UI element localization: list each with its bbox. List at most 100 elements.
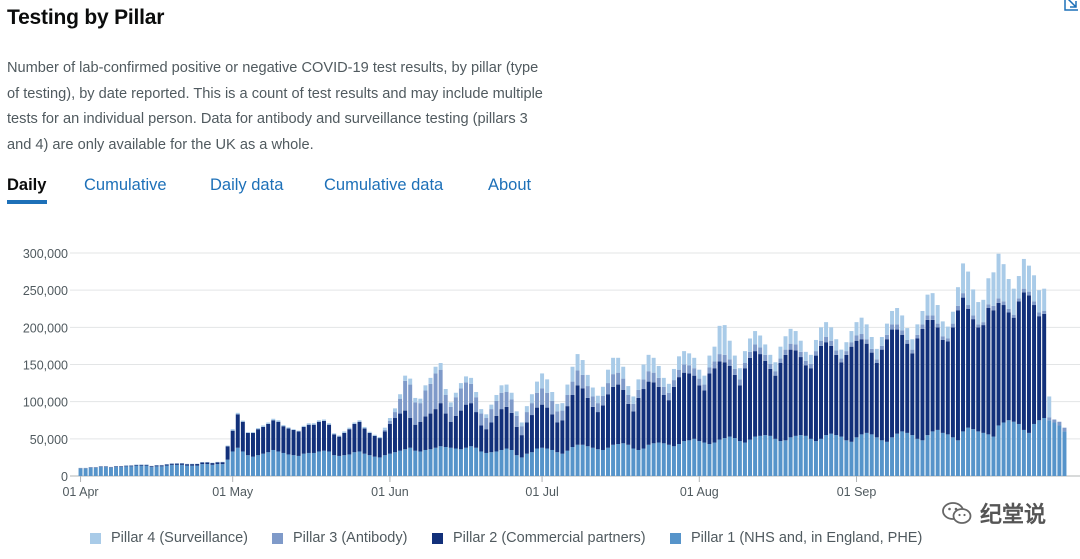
bar-segment-pillar1[interactable]: [742, 442, 747, 476]
bar-segment-pillar2[interactable]: [322, 420, 326, 451]
bar-segment-pillar3[interactable]: [849, 342, 854, 347]
bar-segment-pillar3[interactable]: [935, 323, 940, 328]
bar-segment-pillar2[interactable]: [433, 409, 438, 448]
bar-segment-pillar4[interactable]: [839, 349, 844, 359]
bar-segment-pillar1[interactable]: [565, 450, 570, 476]
bar-segment-pillar1[interactable]: [245, 455, 250, 476]
bar-segment-pillar4[interactable]: [677, 356, 681, 370]
bar-segment-pillar3[interactable]: [575, 370, 580, 386]
bar-segment-pillar4[interactable]: [377, 436, 382, 439]
bar-segment-pillar1[interactable]: [626, 444, 631, 476]
bar-segment-pillar4[interactable]: [565, 384, 570, 395]
bar-segment-pillar4[interactable]: [661, 377, 666, 387]
bar-segment-pillar1[interactable]: [458, 449, 463, 476]
bar-segment-pillar1[interactable]: [179, 464, 184, 476]
bar-segment-pillar1[interactable]: [697, 441, 702, 476]
bar-segment-pillar1[interactable]: [129, 466, 134, 476]
bar-segment-pillar3[interactable]: [945, 338, 950, 342]
bar-segment-pillar2[interactable]: [519, 435, 524, 458]
bar-segment-pillar2[interactable]: [200, 462, 205, 465]
bar-segment-pillar4[interactable]: [950, 311, 955, 324]
bar-segment-pillar2[interactable]: [890, 329, 895, 438]
bar-segment-pillar3[interactable]: [464, 382, 468, 405]
bar-segment-pillar2[interactable]: [955, 310, 960, 441]
bar-segment-pillar4[interactable]: [788, 328, 793, 344]
bar-segment-pillar4[interactable]: [920, 310, 925, 325]
bar-segment-pillar4[interactable]: [291, 429, 296, 430]
bar-segment-pillar3[interactable]: [646, 371, 651, 382]
bar-segment-pillar1[interactable]: [154, 466, 159, 476]
bar-segment-pillar2[interactable]: [651, 382, 656, 444]
bar-segment-pillar2[interactable]: [707, 373, 712, 445]
bar-segment-pillar3[interactable]: [859, 334, 864, 340]
bar-segment-pillar4[interactable]: [489, 404, 494, 410]
bar-segment-pillar2[interactable]: [428, 413, 433, 450]
bar-segment-pillar2[interactable]: [443, 413, 448, 448]
bar-segment-pillar3[interactable]: [1042, 310, 1047, 314]
bar-segment-pillar3[interactable]: [707, 367, 712, 374]
bar-segment-pillar3[interactable]: [494, 400, 499, 416]
bar-segment-pillar2[interactable]: [768, 368, 773, 436]
bar-segment-pillar1[interactable]: [925, 435, 930, 476]
bar-segment-pillar1[interactable]: [387, 453, 392, 476]
bar-segment-pillar3[interactable]: [590, 396, 595, 407]
bar-segment-pillar4[interactable]: [555, 403, 560, 412]
bar-segment-pillar2[interactable]: [190, 464, 195, 466]
bar-segment-pillar4[interactable]: [519, 422, 524, 427]
bar-segment-pillar4[interactable]: [575, 354, 580, 371]
bar-segment-pillar3[interactable]: [874, 359, 879, 364]
bar-segment-pillar1[interactable]: [306, 452, 311, 476]
bar-segment-pillar3[interactable]: [611, 374, 616, 387]
bar-segment-pillar1[interactable]: [859, 434, 864, 476]
bar-segment-pillar3[interactable]: [813, 351, 818, 356]
bar-segment-pillar1[interactable]: [200, 464, 205, 476]
bar-segment-pillar4[interactable]: [966, 271, 971, 306]
bar-segment-pillar4[interactable]: [803, 351, 808, 361]
bar-segment-pillar3[interactable]: [864, 339, 869, 344]
bar-segment-pillar2[interactable]: [722, 362, 727, 439]
bar-segment-pillar3[interactable]: [824, 337, 829, 343]
bar-segment-pillar3[interactable]: [423, 390, 428, 417]
bar-segment-pillar2[interactable]: [773, 375, 778, 439]
bar-segment-pillar1[interactable]: [489, 452, 494, 476]
bar-segment-pillar2[interactable]: [742, 368, 747, 443]
bar-segment-pillar1[interactable]: [1052, 422, 1057, 476]
bar-segment-pillar1[interactable]: [316, 451, 321, 476]
bar-segment-pillar1[interactable]: [93, 467, 98, 476]
bar-segment-pillar4[interactable]: [499, 385, 504, 393]
bar-segment-pillar2[interactable]: [174, 463, 179, 465]
bar-segment-pillar1[interactable]: [758, 435, 763, 476]
bar-segment-pillar1[interactable]: [874, 437, 879, 476]
bar-segment-pillar4[interactable]: [874, 348, 879, 360]
bar-segment-pillar2[interactable]: [813, 355, 818, 442]
bar-segment-pillar3[interactable]: [641, 379, 646, 390]
bar-segment-pillar1[interactable]: [849, 441, 854, 476]
bar-segment-pillar4[interactable]: [580, 360, 585, 375]
bar-segment-pillar2[interactable]: [195, 464, 200, 466]
bar-segment-pillar2[interactable]: [864, 343, 869, 433]
bar-segment-pillar3[interactable]: [788, 343, 793, 350]
bar-segment-pillar2[interactable]: [347, 429, 352, 455]
bar-segment-pillar2[interactable]: [631, 411, 636, 449]
bar-segment-pillar2[interactable]: [185, 464, 190, 466]
bar-segment-pillar2[interactable]: [210, 463, 215, 465]
bar-segment-pillar2[interactable]: [910, 353, 915, 436]
bar-segment-pillar3[interactable]: [991, 305, 996, 311]
bar-segment-pillar1[interactable]: [839, 436, 844, 476]
bar-segment-pillar1[interactable]: [636, 449, 641, 476]
bar-segment-pillar3[interactable]: [920, 324, 925, 329]
bar-segment-pillar1[interactable]: [443, 447, 448, 476]
bar-segment-pillar2[interactable]: [829, 345, 834, 434]
bar-segment-pillar4[interactable]: [758, 335, 763, 348]
bar-segment-pillar4[interactable]: [464, 376, 468, 383]
bar-segment-pillar3[interactable]: [697, 378, 702, 386]
bar-segment-pillar3[interactable]: [925, 315, 930, 320]
bar-segment-pillar1[interactable]: [955, 440, 960, 476]
bar-segment-pillar2[interactable]: [884, 339, 889, 442]
bar-segment-pillar4[interactable]: [783, 336, 788, 350]
bar-segment-pillar3[interactable]: [748, 351, 752, 358]
bar-segment-pillar4[interactable]: [915, 324, 920, 335]
bar-segment-pillar3[interactable]: [895, 324, 900, 330]
bar-segment-pillar2[interactable]: [626, 403, 631, 445]
bar-segment-pillar2[interactable]: [727, 365, 732, 437]
